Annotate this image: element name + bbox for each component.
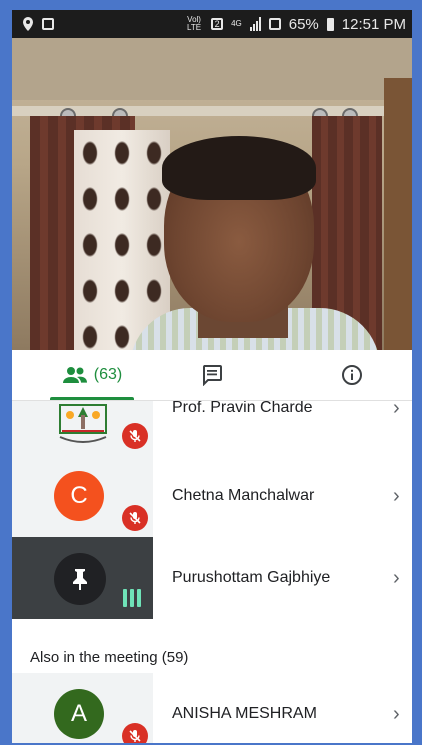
participant-tile: C: [12, 455, 153, 537]
also-in-meeting-heading: Also in the meeting (59): [30, 649, 189, 666]
people-icon: [62, 367, 87, 383]
active-tab-indicator: [50, 397, 134, 400]
tab-chat[interactable]: [172, 350, 252, 400]
mic-off-badge: [122, 723, 148, 743]
location-icon: [23, 17, 33, 31]
meeting-tabs: (63): [12, 350, 412, 401]
institution-logo-icon: [59, 404, 107, 443]
signal-icon: [249, 17, 261, 31]
status-bar: Vol) LTE 2 4G 65% 12:51 PM: [12, 10, 412, 38]
participant-name: Purushottam Gajbhiye: [172, 569, 331, 586]
battery-icon: [326, 17, 334, 31]
participant-tile: [12, 537, 153, 619]
info-icon: [342, 365, 362, 385]
participant-name: Chetna Manchalwar: [172, 487, 315, 504]
sim-icon: 2: [211, 18, 224, 30]
tab-people[interactable]: (63): [42, 350, 142, 400]
mic-off-icon: [129, 512, 141, 524]
chevron-right-icon[interactable]: ›: [393, 673, 400, 743]
participant-name: ANISHA MESHRAM: [172, 705, 317, 722]
speaking-indicator-icon: [123, 589, 141, 607]
battery-percent: 65%: [288, 15, 319, 33]
tab-info[interactable]: [312, 350, 392, 400]
video-curtain-patterned: [74, 130, 170, 350]
people-count: (63): [93, 366, 123, 383]
chevron-right-icon[interactable]: ›: [393, 401, 400, 449]
video-ceiling: [12, 38, 412, 100]
participant-name: Prof. Pravin Charde: [172, 401, 313, 416]
data-signal-icon: [268, 18, 281, 30]
mic-off-badge: [122, 423, 148, 449]
participant-row[interactable]: Prof. Pravin Charde ›: [12, 401, 412, 455]
avatar: A: [54, 689, 104, 739]
avatar-letter: C: [70, 482, 88, 509]
pin-icon: [73, 569, 87, 590]
sim-label: 2: [214, 19, 220, 29]
video-person-hair: [162, 136, 316, 200]
chevron-right-icon[interactable]: ›: [393, 537, 400, 619]
chat-icon: [203, 365, 222, 386]
avatar: C: [54, 471, 104, 521]
mic-off-badge: [122, 505, 148, 531]
network-type-label: 4G: [231, 19, 242, 28]
gallery-notification-icon: [42, 18, 54, 30]
mic-off-icon: [129, 730, 141, 742]
main-video-feed[interactable]: [12, 38, 412, 350]
participant-list[interactable]: Prof. Pravin Charde › C Chetna Manchalwa…: [12, 401, 412, 743]
participant-row[interactable]: Purushottam Gajbhiye ›: [12, 537, 412, 619]
participant-tile: A: [12, 673, 153, 743]
participant-row[interactable]: A ANISHA MESHRAM ›: [12, 673, 412, 743]
mic-off-icon: [129, 430, 141, 442]
participant-row[interactable]: C Chetna Manchalwar ›: [12, 455, 412, 537]
video-wood-post: [384, 78, 412, 350]
avatar-letter: A: [70, 700, 87, 727]
clock: 12:51 PM: [341, 15, 406, 33]
participant-tile: [12, 401, 153, 455]
chevron-right-icon[interactable]: ›: [393, 455, 400, 537]
pin-button[interactable]: [54, 553, 106, 605]
phone-screen: Vol) LTE 2 4G 65% 12:51 PM (63) Prof. Pr…: [12, 10, 412, 743]
volte-label: Vol) LTE: [187, 15, 202, 32]
